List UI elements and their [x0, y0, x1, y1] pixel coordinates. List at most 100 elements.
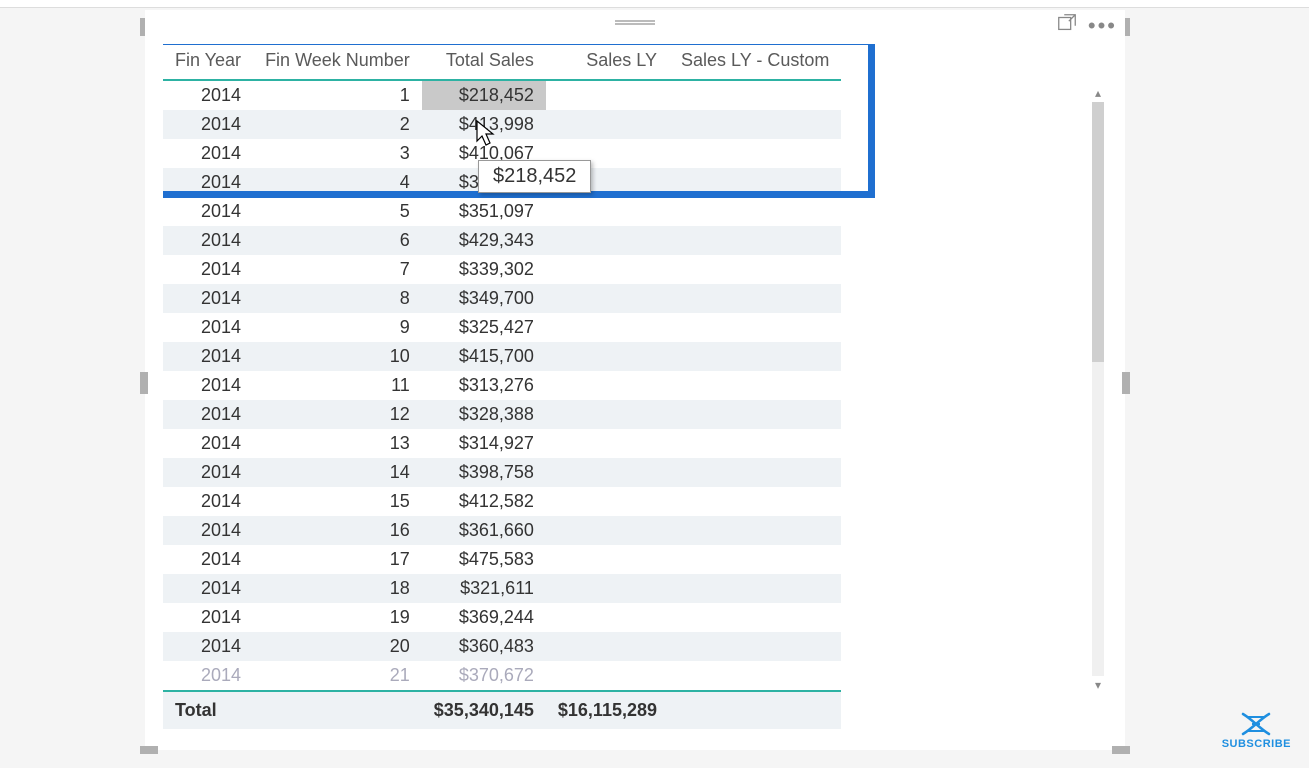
cell-total[interactable]: $360,483 [422, 632, 546, 661]
col-total-sales[interactable]: Total Sales [422, 44, 546, 80]
cell-lyc[interactable] [669, 284, 841, 313]
cell-year[interactable]: 2014 [163, 603, 253, 632]
cell-ly[interactable] [546, 226, 669, 255]
cell-year[interactable]: 2014 [163, 661, 253, 691]
cell-total[interactable]: $349,700 [422, 284, 546, 313]
cell-week[interactable]: 8 [253, 284, 422, 313]
cell-ly[interactable] [546, 313, 669, 342]
scroll-track[interactable] [1092, 102, 1104, 676]
cell-year[interactable]: 2014 [163, 371, 253, 400]
cell-week[interactable]: 11 [253, 371, 422, 400]
cell-week[interactable]: 17 [253, 545, 422, 574]
table-row[interactable]: 20146$429,343 [163, 226, 841, 255]
cell-total[interactable]: $415,700 [422, 342, 546, 371]
cell-total[interactable]: $370,672 [422, 661, 546, 691]
cell-total[interactable]: $351,097 [422, 197, 546, 226]
cell-week[interactable]: 20 [253, 632, 422, 661]
table-row[interactable]: 201413$314,927 [163, 429, 841, 458]
cell-year[interactable]: 2014 [163, 255, 253, 284]
cell-total[interactable]: $218,452 [422, 80, 546, 110]
cell-ly[interactable] [546, 197, 669, 226]
col-sales-ly-custom[interactable]: Sales LY - Custom [669, 44, 841, 80]
cell-total[interactable]: $361,660 [422, 516, 546, 545]
cell-lyc[interactable] [669, 458, 841, 487]
cell-total[interactable]: $325,427 [422, 313, 546, 342]
cell-year[interactable]: 2014 [163, 110, 253, 139]
cell-week[interactable]: 15 [253, 487, 422, 516]
cell-lyc[interactable] [669, 545, 841, 574]
col-fin-week[interactable]: Fin Week Number [253, 44, 422, 80]
table-row[interactable]: 201412$328,388 [163, 400, 841, 429]
cell-year[interactable]: 2014 [163, 284, 253, 313]
cell-year[interactable]: 2014 [163, 313, 253, 342]
more-options-icon[interactable]: ••• [1088, 17, 1117, 35]
cell-lyc[interactable] [669, 197, 841, 226]
cell-year[interactable]: 2014 [163, 487, 253, 516]
cell-ly[interactable] [546, 545, 669, 574]
table-row[interactable]: 201419$369,244 [163, 603, 841, 632]
cell-total[interactable]: $398,758 [422, 458, 546, 487]
cell-week[interactable]: 10 [253, 342, 422, 371]
cell-lyc[interactable] [669, 632, 841, 661]
vertical-scrollbar[interactable]: ▴ ▾ [1089, 84, 1107, 694]
table-row[interactable]: 201416$361,660 [163, 516, 841, 545]
cell-total[interactable]: $321,611 [422, 574, 546, 603]
resize-handle[interactable] [140, 746, 158, 754]
cell-ly[interactable] [546, 574, 669, 603]
cell-lyc[interactable] [669, 110, 841, 139]
cell-total[interactable]: $413,998 [422, 110, 546, 139]
cell-week[interactable]: 18 [253, 574, 422, 603]
resize-handle[interactable] [1122, 372, 1130, 394]
cell-year[interactable]: 2014 [163, 516, 253, 545]
cell-ly[interactable] [546, 632, 669, 661]
table-row[interactable]: 20142$413,998 [163, 110, 841, 139]
cell-lyc[interactable] [669, 226, 841, 255]
cell-lyc[interactable] [669, 516, 841, 545]
table-row[interactable]: 201418$321,611 [163, 574, 841, 603]
cell-ly[interactable] [546, 371, 669, 400]
table-row[interactable]: 201411$313,276 [163, 371, 841, 400]
cell-ly[interactable] [546, 80, 669, 110]
cell-ly[interactable] [546, 429, 669, 458]
cell-ly[interactable] [546, 458, 669, 487]
cell-total[interactable]: $429,343 [422, 226, 546, 255]
cell-lyc[interactable] [669, 80, 841, 110]
cell-total[interactable]: $369,244 [422, 603, 546, 632]
table-row[interactable]: 20141$218,452 [163, 80, 841, 110]
cell-week[interactable]: 5 [253, 197, 422, 226]
cell-week[interactable]: 21 [253, 661, 422, 691]
cell-ly[interactable] [546, 110, 669, 139]
cell-lyc[interactable] [669, 168, 841, 197]
cell-year[interactable]: 2014 [163, 458, 253, 487]
cell-lyc[interactable] [669, 313, 841, 342]
cell-ly[interactable] [546, 255, 669, 284]
resize-handle[interactable] [1125, 18, 1130, 36]
cell-week[interactable]: 4 [253, 168, 422, 197]
table-row[interactable]: 201415$412,582 [163, 487, 841, 516]
scroll-up-icon[interactable]: ▴ [1089, 84, 1107, 102]
cell-lyc[interactable] [669, 429, 841, 458]
cell-year[interactable]: 2014 [163, 545, 253, 574]
cell-year[interactable]: 2014 [163, 226, 253, 255]
table-row[interactable]: 20145$351,097 [163, 197, 841, 226]
table-row[interactable]: 201417$475,583 [163, 545, 841, 574]
cell-week[interactable]: 9 [253, 313, 422, 342]
cell-year[interactable]: 2014 [163, 80, 253, 110]
cell-year[interactable]: 2014 [163, 400, 253, 429]
cell-year[interactable]: 2014 [163, 342, 253, 371]
cell-total[interactable]: $313,276 [422, 371, 546, 400]
resize-handle[interactable] [1112, 746, 1130, 754]
cell-ly[interactable] [546, 603, 669, 632]
cell-total[interactable]: $475,583 [422, 545, 546, 574]
cell-lyc[interactable] [669, 603, 841, 632]
cell-week[interactable]: 6 [253, 226, 422, 255]
table-row[interactable]: 201410$415,700 [163, 342, 841, 371]
scroll-down-icon[interactable]: ▾ [1089, 676, 1107, 694]
drag-handle-icon[interactable] [615, 20, 655, 25]
cell-total[interactable]: $339,302 [422, 255, 546, 284]
cell-week[interactable]: 7 [253, 255, 422, 284]
table-row[interactable]: 201420$360,483 [163, 632, 841, 661]
table-row[interactable]: 20149$325,427 [163, 313, 841, 342]
resize-handle[interactable] [140, 18, 145, 36]
cell-week[interactable]: 2 [253, 110, 422, 139]
